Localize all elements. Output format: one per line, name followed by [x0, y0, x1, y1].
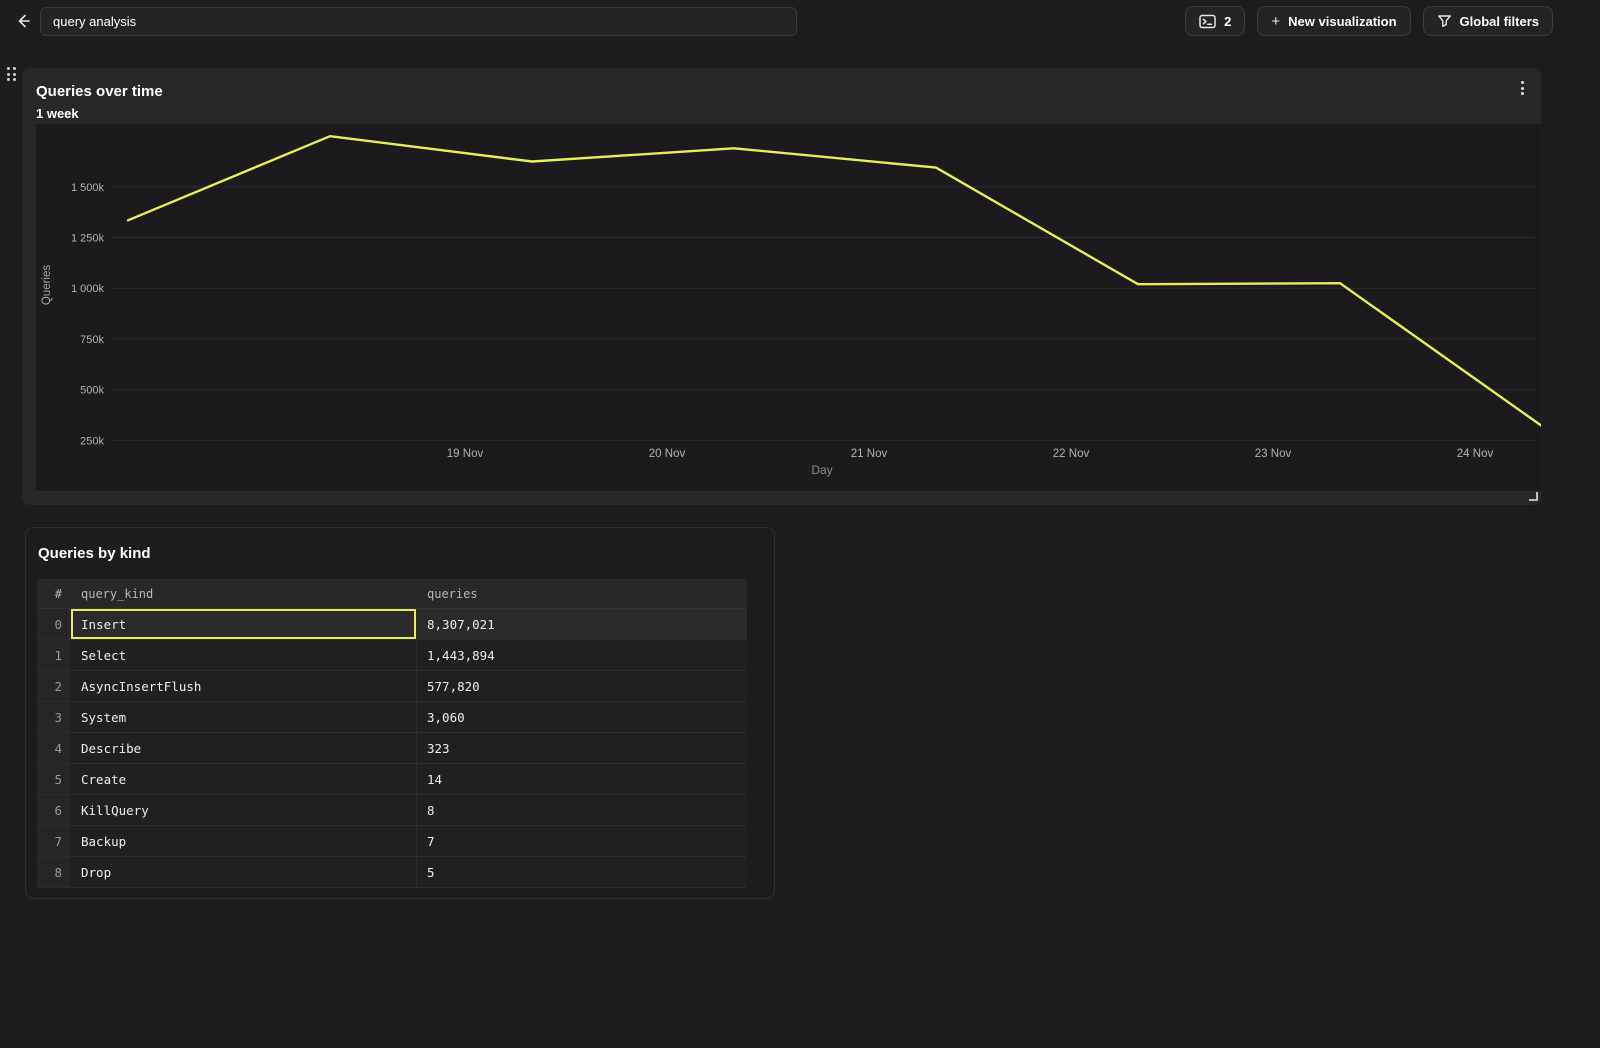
- queries-value-cell[interactable]: 7: [416, 826, 747, 856]
- panel-drag-handle[interactable]: [7, 67, 20, 83]
- row-index-cell[interactable]: 8: [37, 857, 71, 887]
- x-tick-label: 22 Nov: [1053, 448, 1090, 460]
- table-body: 0Insert8,307,0211Select1,443,8942AsyncIn…: [37, 609, 747, 888]
- dashboard-title-input[interactable]: [40, 7, 797, 36]
- x-tick-label: 23 Nov: [1255, 448, 1292, 460]
- table-row: 5Create14: [37, 764, 747, 795]
- table-row: 7Backup7: [37, 826, 747, 857]
- row-index-cell[interactable]: 0: [37, 609, 71, 639]
- query-kind-cell[interactable]: Create: [71, 764, 416, 794]
- queries-value-cell[interactable]: 5: [416, 857, 747, 887]
- kebab-menu-icon: [1521, 81, 1524, 84]
- table-row: 8Drop5: [37, 857, 747, 888]
- global-filters-button[interactable]: Global filters: [1423, 6, 1553, 36]
- plus-icon: +: [1271, 13, 1280, 30]
- chart-panel-title: Queries over time: [36, 83, 163, 100]
- row-index-cell[interactable]: 7: [37, 826, 71, 856]
- query-kind-cell[interactable]: AsyncInsertFlush: [71, 671, 416, 701]
- query-kind-cell[interactable]: Insert: [71, 609, 416, 639]
- table-row: 3System3,060: [37, 702, 747, 733]
- global-filters-label: Global filters: [1460, 14, 1539, 29]
- y-tick-label: 1 000k: [71, 283, 105, 295]
- query-kind-cell[interactable]: Describe: [71, 733, 416, 763]
- y-axis-label: Queries: [41, 265, 53, 306]
- panel-menu-button[interactable]: [1511, 76, 1533, 100]
- x-tick-label: 19 Nov: [447, 448, 484, 460]
- table-header-row: # query_kind queries: [37, 579, 747, 609]
- queries-value-cell[interactable]: 577,820: [416, 671, 747, 701]
- queries-by-kind-panel: Queries by kind # query_kind queries 0In…: [25, 527, 775, 899]
- y-tick-label: 1 500k: [71, 182, 105, 194]
- table-row: 6KillQuery8: [37, 795, 747, 826]
- row-index-cell[interactable]: 4: [37, 733, 71, 763]
- row-index-cell[interactable]: 1: [37, 640, 71, 670]
- queries-value-cell[interactable]: 323: [416, 733, 747, 763]
- sql-console-button[interactable]: 2: [1185, 6, 1245, 36]
- queries-value-cell[interactable]: 3,060: [416, 702, 747, 732]
- console-count: 2: [1224, 14, 1231, 29]
- header-queries-column[interactable]: queries: [416, 587, 747, 601]
- row-index-cell[interactable]: 6: [37, 795, 71, 825]
- chart-plot-area: 250k 500k 750k 1 000k 1 250k 1 500k Queries 19 …: [36, 124, 1541, 491]
- queries-value-cell[interactable]: 14: [416, 764, 747, 794]
- y-tick-label: 1 250k: [71, 233, 105, 245]
- row-index-cell[interactable]: 3: [37, 702, 71, 732]
- query-kind-cell[interactable]: KillQuery: [71, 795, 416, 825]
- table-row: 4Describe323: [37, 733, 747, 764]
- header-index-column[interactable]: #: [37, 587, 71, 601]
- sql-console-icon: [1199, 14, 1216, 29]
- x-tick-label: 20 Nov: [649, 448, 686, 460]
- queries-value-cell[interactable]: 8,307,021: [416, 609, 747, 639]
- queries-table: # query_kind queries 0Insert8,307,0211Se…: [37, 579, 747, 888]
- new-visualization-label: New visualization: [1288, 14, 1396, 29]
- queries-value-cell[interactable]: 1,443,894: [416, 640, 747, 670]
- top-bar: 2 + New visualization Global filters: [0, 0, 1600, 42]
- panel-resize-handle[interactable]: [1529, 492, 1538, 501]
- query-kind-cell[interactable]: Select: [71, 640, 416, 670]
- back-button[interactable]: [10, 8, 36, 34]
- y-tick-label: 750k: [80, 334, 104, 346]
- queries-value-cell[interactable]: 8: [416, 795, 747, 825]
- chart-panel-subtitle: 1 week: [36, 106, 79, 121]
- header-query-kind-column[interactable]: query_kind: [71, 587, 416, 601]
- queries-over-time-panel: Queries over time 1 week 250k 500k 750k 1 0…: [22, 68, 1541, 505]
- x-tick-label: 24 Nov: [1457, 448, 1494, 460]
- row-index-cell[interactable]: 5: [37, 764, 71, 794]
- query-kind-cell[interactable]: System: [71, 702, 416, 732]
- y-tick-label: 500k: [80, 385, 104, 397]
- x-axis-label: Day: [811, 463, 832, 477]
- queries-series-line: [128, 136, 1541, 426]
- filter-funnel-icon: [1437, 14, 1452, 28]
- query-kind-cell[interactable]: Drop: [71, 857, 416, 887]
- table-row: 0Insert8,307,021: [37, 609, 747, 640]
- x-tick-label: 21 Nov: [851, 448, 888, 460]
- queries-chart-svg: 250k 500k 750k 1 000k 1 250k 1 500k Queries 19 …: [36, 124, 1541, 491]
- topbar-actions: 2 + New visualization Global filters: [1185, 6, 1553, 36]
- new-visualization-button[interactable]: + New visualization: [1257, 6, 1410, 36]
- query-kind-cell[interactable]: Backup: [71, 826, 416, 856]
- table-row: 1Select1,443,894: [37, 640, 747, 671]
- row-index-cell[interactable]: 2: [37, 671, 71, 701]
- table-panel-title: Queries by kind: [38, 545, 151, 562]
- table-row: 2AsyncInsertFlush577,820: [37, 671, 747, 702]
- arrow-left-icon: [14, 12, 32, 30]
- y-tick-label: 250k: [80, 435, 104, 447]
